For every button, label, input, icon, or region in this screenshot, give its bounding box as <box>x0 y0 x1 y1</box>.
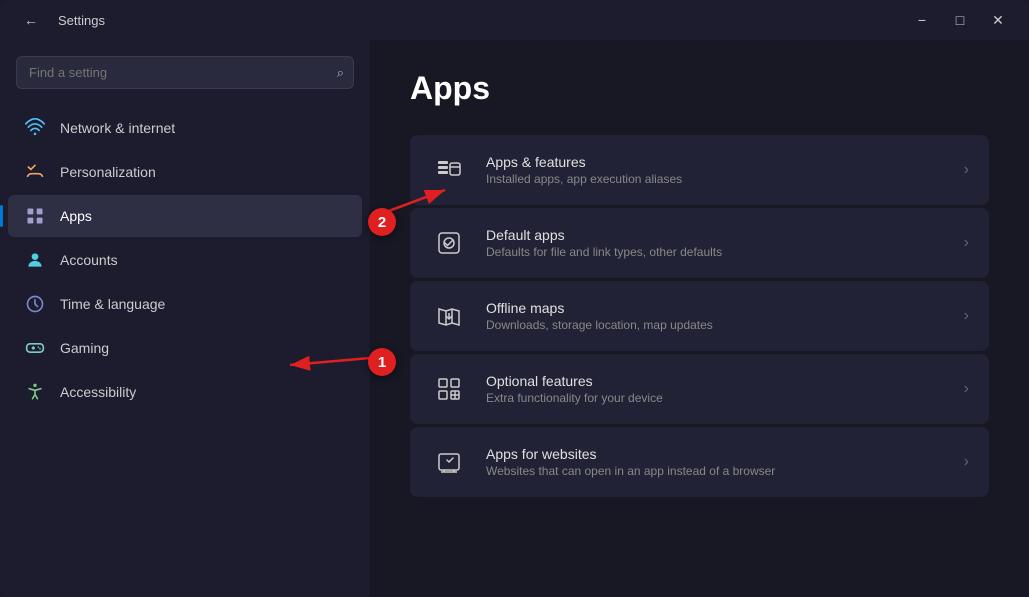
search-icon: ⌕ <box>337 65 344 81</box>
sidebar-item-network[interactable]: Network & internet <box>8 107 362 149</box>
search-input[interactable] <box>16 56 354 89</box>
window-controls: − □ ✕ <box>907 8 1013 32</box>
sidebar-item-gaming[interactable]: Gaming <box>8 327 362 369</box>
apps-features-icon <box>430 151 468 189</box>
optional-features-text: Optional features Extra functionality fo… <box>486 373 946 405</box>
default-apps-desc: Defaults for file and link types, other … <box>486 245 946 259</box>
close-button[interactable]: ✕ <box>983 8 1013 32</box>
gaming-icon <box>24 337 46 359</box>
default-apps-title: Default apps <box>486 227 946 243</box>
apps-websites-chevron: › <box>964 453 969 471</box>
sidebar-item-time[interactable]: Time & language <box>8 283 362 325</box>
page-title: Apps <box>410 70 989 107</box>
window-title: Settings <box>58 13 105 28</box>
sidebar-item-label: Accessibility <box>60 384 136 400</box>
default-apps-icon <box>430 224 468 262</box>
sidebar-item-label: Accounts <box>60 252 118 268</box>
minimize-button[interactable]: − <box>907 8 937 32</box>
time-icon <box>24 293 46 315</box>
sidebar-item-accounts[interactable]: Accounts <box>8 239 362 281</box>
optional-features-chevron: › <box>964 380 969 398</box>
titlebar: ← Settings − □ ✕ <box>0 0 1029 40</box>
optional-features-icon <box>430 370 468 408</box>
annotation-2: 2 <box>368 208 396 236</box>
sidebar-item-label: Personalization <box>60 164 156 180</box>
optional-features-title: Optional features <box>486 373 946 389</box>
sidebar-item-apps[interactable]: Apps <box>8 195 362 237</box>
accessibility-icon <box>24 381 46 403</box>
settings-item-optional-features[interactable]: Optional features Extra functionality fo… <box>410 354 989 424</box>
apps-icon <box>24 205 46 227</box>
offline-maps-chevron: › <box>964 307 969 325</box>
apps-websites-title: Apps for websites <box>486 446 946 462</box>
default-apps-text: Default apps Defaults for file and link … <box>486 227 946 259</box>
apps-features-text: Apps & features Installed apps, app exec… <box>486 154 946 186</box>
annotation-1: 1 <box>368 348 396 376</box>
apps-websites-desc: Websites that can open in an app instead… <box>486 464 946 478</box>
optional-features-desc: Extra functionality for your device <box>486 391 946 405</box>
settings-list: Apps & features Installed apps, app exec… <box>410 135 989 497</box>
sidebar-item-accessibility[interactable]: Accessibility <box>8 371 362 413</box>
accounts-icon <box>24 249 46 271</box>
apps-features-title: Apps & features <box>486 154 946 170</box>
apps-features-desc: Installed apps, app execution aliases <box>486 172 946 186</box>
offline-maps-desc: Downloads, storage location, map updates <box>486 318 946 332</box>
settings-item-apps-websites[interactable]: Apps for websites Websites that can open… <box>410 427 989 497</box>
content-area: Apps <box>370 40 1029 597</box>
sidebar-item-label: Network & internet <box>60 120 175 136</box>
back-button[interactable]: ← <box>16 8 46 32</box>
sidebar-item-personalization[interactable]: Personalization <box>8 151 362 193</box>
settings-item-apps-features[interactable]: Apps & features Installed apps, app exec… <box>410 135 989 205</box>
sidebar-item-label: Apps <box>60 208 92 224</box>
default-apps-chevron: › <box>964 234 969 252</box>
offline-maps-title: Offline maps <box>486 300 946 316</box>
sidebar-item-label: Time & language <box>60 296 165 312</box>
main-content: ⌕ Network & internet <box>0 40 1029 597</box>
settings-item-default-apps[interactable]: Default apps Defaults for file and link … <box>410 208 989 278</box>
offline-maps-text: Offline maps Downloads, storage location… <box>486 300 946 332</box>
apps-websites-icon <box>430 443 468 481</box>
offline-maps-icon <box>430 297 468 335</box>
search-container: ⌕ <box>16 56 354 89</box>
personalization-icon <box>24 161 46 183</box>
apps-websites-text: Apps for websites Websites that can open… <box>486 446 946 478</box>
settings-item-offline-maps[interactable]: Offline maps Downloads, storage location… <box>410 281 989 351</box>
network-icon <box>24 117 46 139</box>
maximize-button[interactable]: □ <box>945 8 975 32</box>
apps-features-chevron: › <box>964 161 969 179</box>
sidebar-item-label: Gaming <box>60 340 109 356</box>
sidebar: ⌕ Network & internet <box>0 40 370 597</box>
